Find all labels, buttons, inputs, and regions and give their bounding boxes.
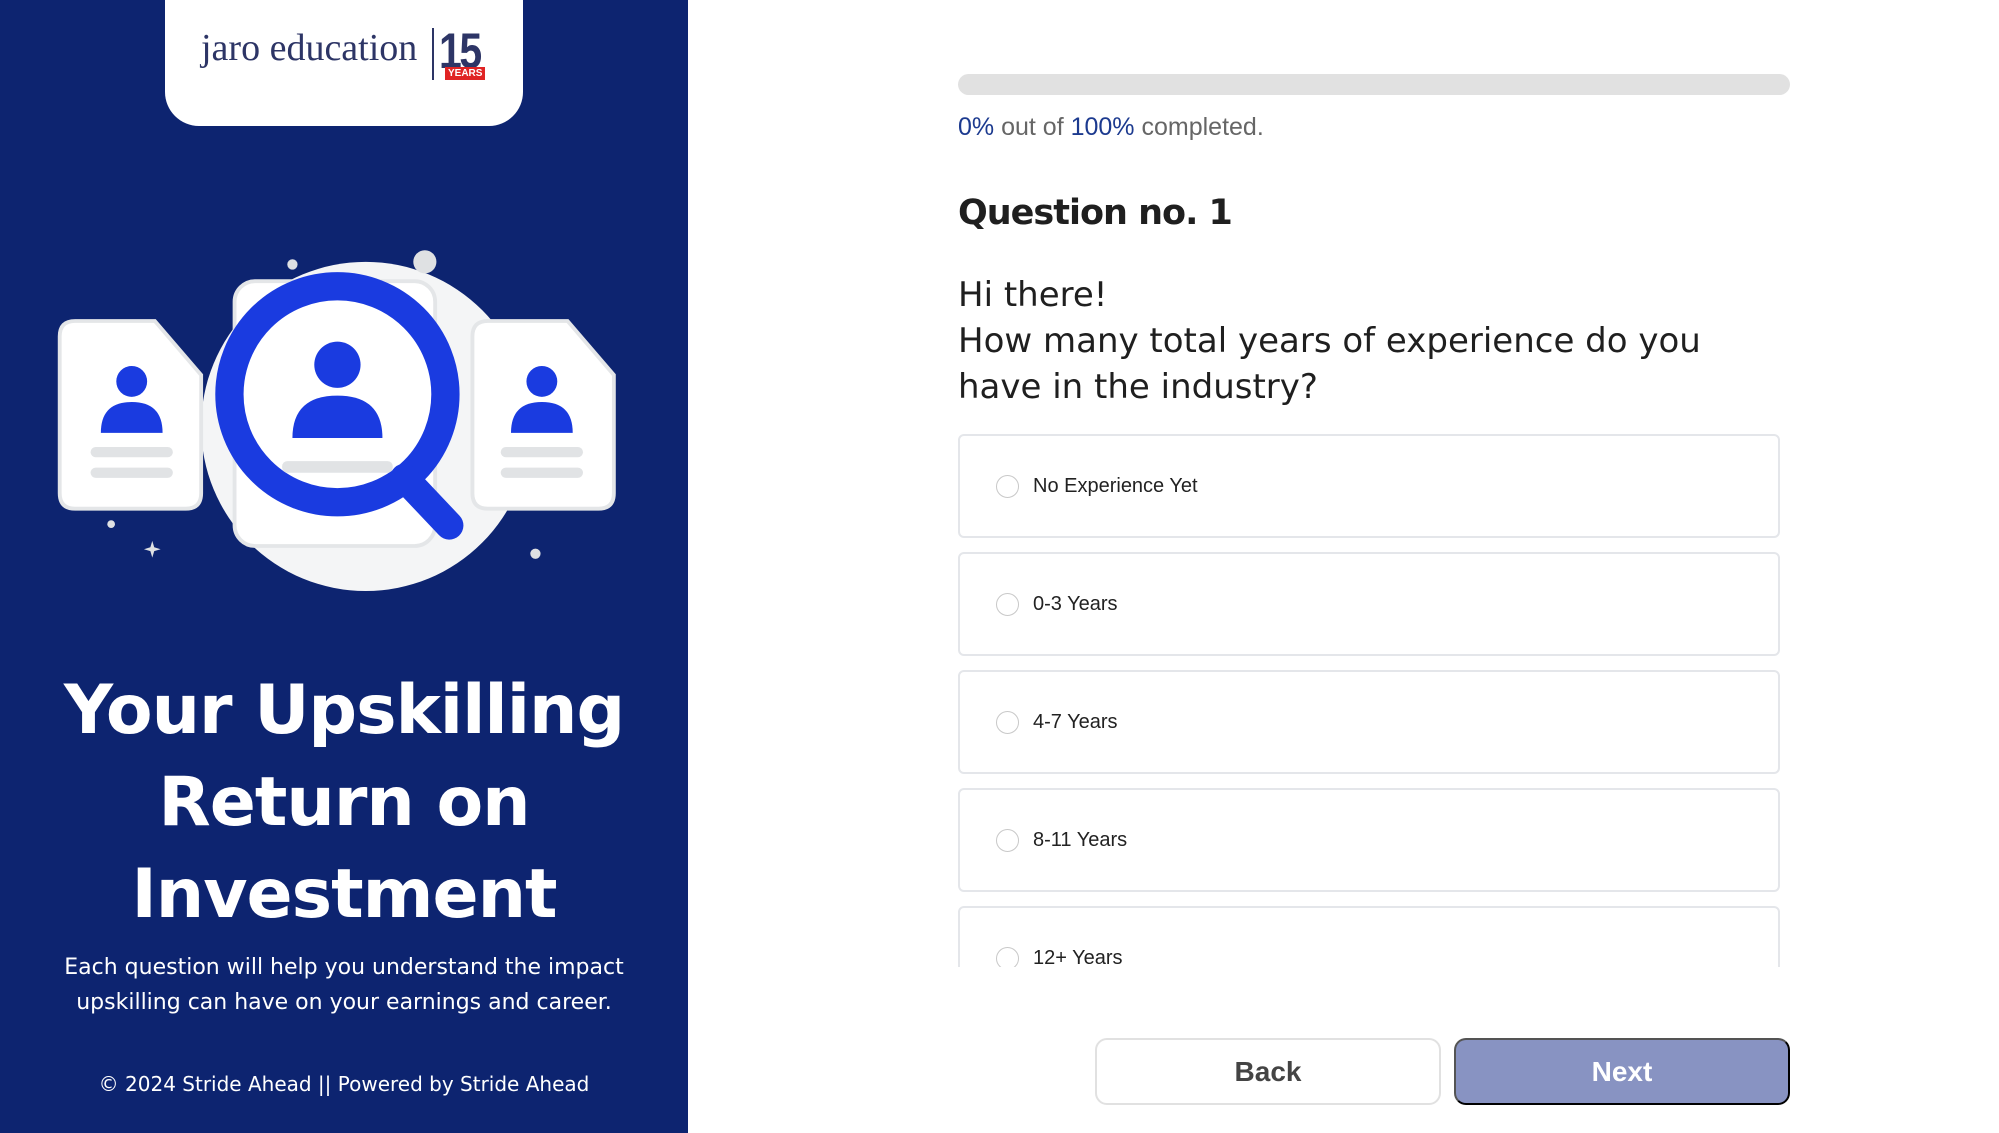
option-label: 8-11 Years	[1033, 828, 1128, 851]
option-no-experience[interactable]: No Experience Yet	[958, 434, 1780, 538]
next-button[interactable]: Next	[1454, 1038, 1790, 1105]
progress-current: 0%	[958, 113, 995, 141]
options-list[interactable]: No Experience Yet 0-3 Years 4-7 Years 8-…	[958, 434, 1780, 967]
progress-middle: out of	[994, 113, 1071, 141]
logo-divider	[432, 28, 434, 80]
logo-anniversary-label: YEARS	[445, 67, 486, 80]
hero-title: Your Upskilling Return on Investment	[63, 671, 625, 934]
option-12-plus-years[interactable]: 12+ Years	[958, 906, 1780, 967]
radio-icon[interactable]	[996, 710, 1019, 734]
option-4-7-years[interactable]: 4-7 Years	[958, 670, 1780, 774]
question-number: Question no. 1	[958, 193, 1233, 233]
progress-text: 0% out of 100% completed.	[958, 113, 1264, 142]
option-0-3-years[interactable]: 0-3 Years	[958, 552, 1780, 656]
radio-icon[interactable]	[996, 946, 1019, 967]
progress-bar	[958, 74, 1790, 95]
option-8-11-years[interactable]: 8-11 Years	[958, 788, 1780, 892]
radio-icon[interactable]	[996, 474, 1019, 498]
option-label: No Experience Yet	[1033, 474, 1198, 497]
footer-copyright: © 2024 Stride Ahead || Powered by Stride…	[98, 1072, 590, 1096]
option-label: 4-7 Years	[1033, 710, 1118, 733]
profile-search-illustration	[57, 250, 616, 591]
progress-suffix: completed.	[1134, 113, 1264, 141]
left-panel: jaro education 15 YEARS Your Upskilling …	[0, 0, 688, 1133]
logo: jaro education 15 YEARS	[165, 0, 523, 126]
radio-icon[interactable]	[996, 828, 1019, 852]
progress-total: 100%	[1070, 113, 1135, 141]
radio-icon[interactable]	[996, 592, 1019, 616]
question-text: Hi there! How many total years of experi…	[958, 272, 1778, 410]
option-label: 12+ Years	[1033, 946, 1123, 968]
hero-subtitle: Each question will help you understand t…	[64, 955, 624, 1015]
question-greeting: Hi there!	[958, 275, 1108, 315]
logo-text: jaro education	[201, 27, 418, 69]
option-label: 0-3 Years	[1033, 592, 1118, 615]
question-body: How many total years of experience do yo…	[958, 321, 1701, 407]
back-button[interactable]: Back	[1095, 1038, 1441, 1105]
